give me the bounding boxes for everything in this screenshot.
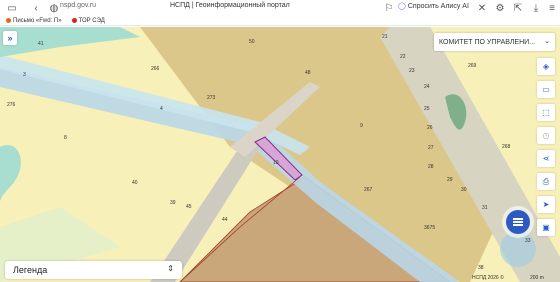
- list-icon: [513, 217, 523, 228]
- download-icon[interactable]: ⤓: [530, 2, 542, 14]
- parcel-label: 266: [151, 66, 160, 72]
- parcel-label: 33: [525, 238, 531, 244]
- parcel-label: 3675: [424, 225, 436, 231]
- lock-icon: ◍: [49, 2, 59, 14]
- parcel-label: 31: [482, 205, 488, 211]
- parcel-label: 25: [424, 106, 430, 112]
- parcel-label: 23: [409, 68, 415, 74]
- ask-alice-button[interactable]: ◯ Спросить Алису AI: [398, 2, 469, 11]
- mail-icon: [6, 18, 11, 23]
- alice-icon: ◯: [398, 3, 406, 10]
- map-toolbar: ◈ ▭ ⬚ ◷ ⋖ ⎙ ➤ ▣: [537, 58, 555, 236]
- parcel-label: 4: [160, 106, 163, 112]
- expand-collapse-icon: ⇕: [167, 264, 174, 273]
- parcel-label: 27: [428, 145, 434, 151]
- bookmark-label: Письмо «Fwd: П»: [13, 17, 62, 24]
- extensions-icon[interactable]: ✕: [476, 2, 488, 14]
- layers-button[interactable]: ◈: [537, 58, 555, 75]
- parcel-label: 24: [424, 84, 430, 90]
- back-icon[interactable]: ‹: [30, 2, 42, 14]
- legend-panel[interactable]: Легенда ⇕: [5, 261, 182, 279]
- parcel-label: 48: [305, 70, 311, 76]
- double-chevron-right-icon: »: [7, 33, 13, 43]
- location-icon: ➤: [542, 200, 550, 209]
- parcel-label: 8: [64, 135, 67, 141]
- parcel-label: 273: [207, 95, 216, 101]
- parcel-label: 10: [273, 160, 279, 166]
- menu-icon[interactable]: ≡: [546, 2, 558, 14]
- map-scale: 200 m: [530, 275, 544, 281]
- print-icon: ⎙: [542, 176, 550, 186]
- parcel-label: 276: [7, 102, 16, 108]
- location-button[interactable]: ➤: [537, 196, 555, 213]
- share-icon: ⋖: [542, 154, 550, 163]
- list-menu-button[interactable]: [506, 210, 530, 234]
- parcel-label: 30: [461, 187, 467, 193]
- ruler-icon: ▭: [542, 85, 550, 94]
- history-icon: ◷: [542, 131, 550, 140]
- bookmark-item[interactable]: Письмо «Fwd: П»: [6, 18, 62, 24]
- parcel-label: 29: [447, 177, 453, 183]
- ruler-button[interactable]: ▭: [537, 81, 555, 98]
- parcel-label: 38: [478, 265, 484, 271]
- address-bar[interactable]: nspd.gov.ru: [60, 2, 96, 9]
- parcel-label: 44: [222, 217, 228, 223]
- select-area-icon: ⬚: [542, 108, 550, 117]
- parcel-label: 40: [132, 180, 138, 186]
- tor-icon: [71, 18, 77, 23]
- browser-top-bar: ▭ ‹ ◍ nspd.gov.ru НСПД | Геоинформационн…: [0, 0, 560, 16]
- parcel-label: 21: [382, 34, 388, 40]
- minimap-button[interactable]: ▣: [537, 219, 555, 236]
- bookmark-item[interactable]: ТОР СЭД: [71, 17, 105, 24]
- parcel-label: 269: [468, 63, 477, 69]
- parcel-label: 268: [502, 144, 511, 150]
- folder-icon[interactable]: ▭: [6, 2, 18, 14]
- minimap-icon: ▣: [542, 223, 550, 232]
- parcel-label: 41: [38, 41, 44, 47]
- bookmark-icon[interactable]: ⚐: [383, 2, 395, 14]
- parcel-label: 50: [249, 39, 255, 45]
- share-page-icon[interactable]: ⇱: [512, 2, 524, 14]
- chevron-down-icon: ⌄: [544, 38, 550, 45]
- ask-alice-label: Спросить Алису AI: [407, 2, 469, 10]
- parcel-label: 28: [428, 164, 434, 170]
- settings-icon[interactable]: ⚙: [494, 2, 506, 14]
- bookmark-label: ТОР СЭД: [78, 17, 105, 24]
- print-button[interactable]: ⎙: [537, 173, 555, 190]
- parcel-label: 45: [186, 204, 192, 210]
- history-button[interactable]: ◷: [537, 127, 555, 144]
- parcel-label: 39: [170, 200, 176, 206]
- expand-panel-button[interactable]: »: [3, 31, 17, 45]
- parcel-label: 3: [23, 72, 26, 78]
- select-area-button[interactable]: ⬚: [537, 104, 555, 121]
- map-copyright: НСПД 2026 ©: [472, 275, 504, 281]
- committee-select[interactable]: КОМИТЕТ ПО УПРАВЛЕНИ... ⌄: [434, 33, 555, 51]
- page-title: НСПД | Геоинформационный портал: [170, 2, 290, 9]
- parcel-label: 26: [427, 125, 433, 131]
- committee-select-value: КОМИТЕТ ПО УПРАВЛЕНИ...: [439, 38, 536, 46]
- share-button[interactable]: ⋖: [537, 150, 555, 167]
- parcel-label: 22: [400, 54, 406, 60]
- bookmarks-bar: Письмо «Fwd: П» ТОР СЭД: [0, 16, 560, 26]
- map-canvas[interactable]: 41 3 276 266 4 8 273 40 39 45 44 50 48 9…: [0, 27, 560, 282]
- parcel-label: 267: [364, 187, 373, 193]
- parcel-label: 9: [360, 123, 363, 129]
- legend-label: Легенда: [13, 265, 48, 275]
- layers-icon: ◈: [542, 62, 550, 71]
